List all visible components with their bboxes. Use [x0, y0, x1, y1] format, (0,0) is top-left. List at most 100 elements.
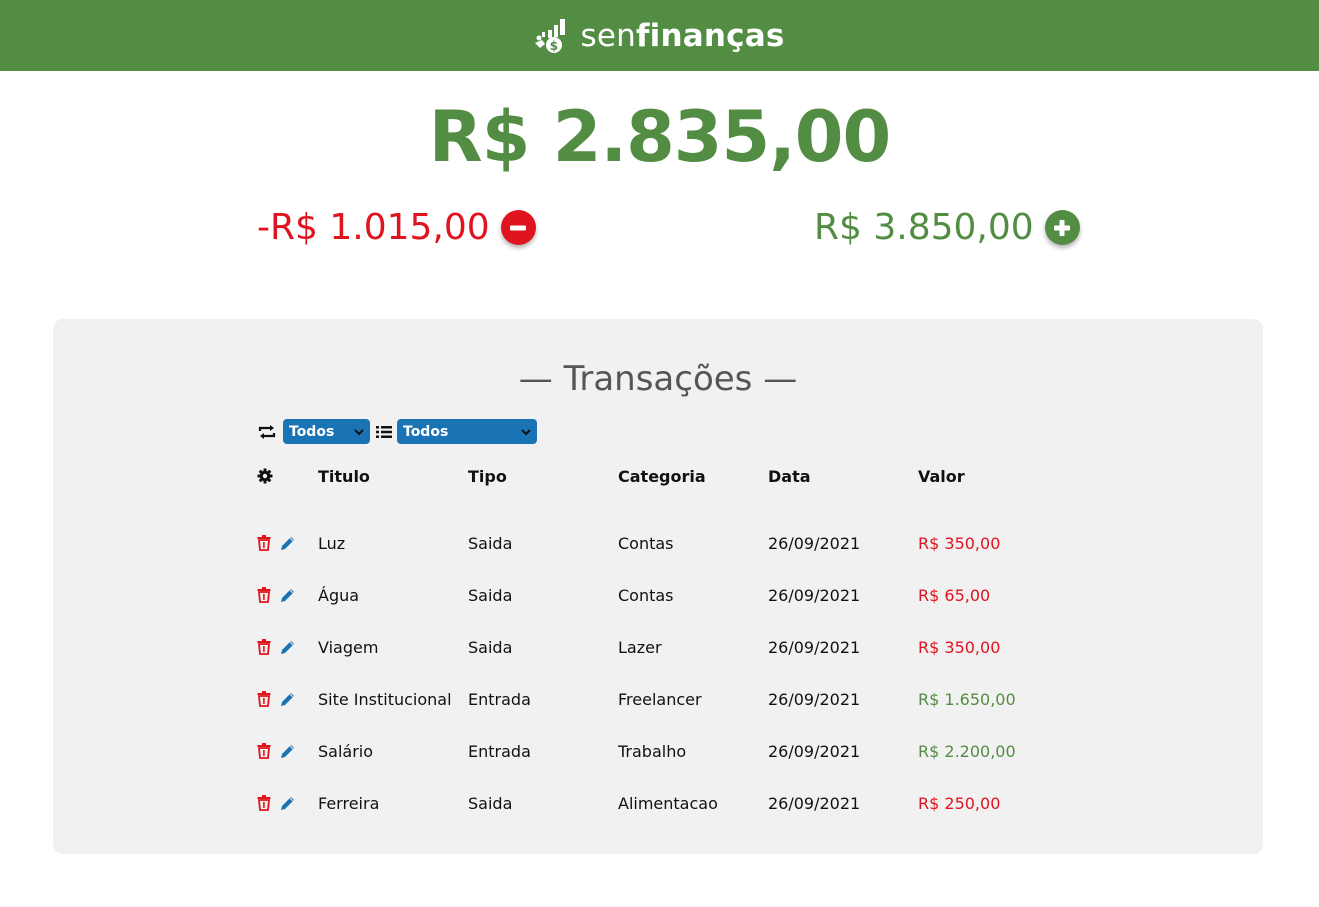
row-category: Contas [618, 585, 674, 605]
row-value: R$ 350,00 [918, 637, 1001, 657]
edit-button[interactable] [280, 639, 296, 655]
pencil-icon [281, 693, 294, 706]
row-date: 26/09/2021 [768, 637, 861, 657]
row-actions [257, 691, 318, 707]
row-title: Água [318, 585, 360, 605]
app-header: $ sen finanças [0, 0, 1319, 71]
row-actions [257, 639, 318, 655]
row-date: 26/09/2021 [768, 533, 861, 553]
table-row: Salário Entrada Trabalho 26/09/2021 R$ 2… [257, 725, 1068, 777]
transactions-table: Titulo Tipo Categoria Data Valor Luz Sai… [257, 465, 1068, 829]
row-value: R$ 2.200,00 [918, 741, 1016, 761]
delete-button[interactable] [257, 743, 271, 759]
row-date: 26/09/2021 [768, 741, 861, 761]
row-title: Viagem [318, 637, 379, 657]
app-logo[interactable]: $ sen finanças [534, 18, 784, 54]
type-filter-select[interactable]: Todos [283, 419, 370, 444]
row-type: Saida [468, 793, 513, 813]
pencil-icon [281, 589, 294, 602]
delete-button[interactable] [257, 795, 271, 811]
income-summary: R$ 3.850,00 [814, 207, 1080, 248]
row-category: Freelancer [618, 689, 702, 709]
table-row: Luz Saida Contas 26/09/2021 R$ 350,00 [257, 517, 1068, 569]
row-type: Entrada [468, 689, 531, 709]
edit-button[interactable] [280, 795, 296, 811]
income-total: R$ 3.850,00 [814, 207, 1034, 248]
plus-icon [1054, 219, 1071, 236]
row-actions [257, 587, 318, 603]
pencil-icon [281, 797, 294, 810]
table-row: Viagem Saida Lazer 26/09/2021 R$ 350,00 [257, 621, 1068, 673]
pencil-icon [281, 745, 294, 758]
list-icon [376, 425, 392, 438]
category-filter-value: Todos [403, 423, 449, 440]
pencil-icon [281, 537, 294, 550]
trash-icon [257, 743, 271, 759]
delete-button[interactable] [257, 639, 271, 655]
column-header-category[interactable]: Categoria [618, 467, 768, 486]
repeat-icon [258, 424, 276, 439]
row-category: Alimentacao [618, 793, 718, 813]
edit-button[interactable] [280, 587, 296, 603]
column-header-type[interactable]: Tipo [468, 467, 618, 486]
row-type: Saida [468, 637, 513, 657]
expenses-summary: -R$ 1.015,00 [257, 207, 536, 248]
transactions-panel: — Transações — Todos Todos Titulo Tipo C… [53, 319, 1263, 854]
filters-bar: Todos Todos [257, 419, 537, 444]
row-type: Saida [468, 533, 513, 553]
row-value: R$ 65,00 [918, 585, 991, 605]
row-value: R$ 250,00 [918, 793, 1001, 813]
row-value: R$ 350,00 [918, 533, 1001, 553]
row-title: Ferreira [318, 793, 380, 813]
add-income-button[interactable] [1044, 210, 1080, 245]
table-row: Água Saida Contas 26/09/2021 R$ 65,00 [257, 569, 1068, 621]
row-value: R$ 1.650,00 [918, 689, 1016, 709]
edit-button[interactable] [280, 743, 296, 759]
row-date: 26/09/2021 [768, 793, 861, 813]
delete-button[interactable] [257, 587, 271, 603]
row-type: Entrada [468, 741, 531, 761]
money-growth-icon: $ [535, 18, 566, 53]
trash-icon [257, 795, 271, 811]
trash-icon [257, 587, 271, 603]
gear-icon [257, 468, 273, 484]
table-row: Site Institucional Entrada Freelancer 26… [257, 673, 1068, 725]
minus-icon [510, 225, 527, 230]
row-title: Site Institucional [318, 689, 452, 709]
row-title: Luz [318, 533, 346, 553]
logo-text-light: sen [580, 17, 636, 54]
trash-icon [257, 639, 271, 655]
row-type: Saida [468, 585, 513, 605]
edit-button[interactable] [280, 535, 296, 551]
transactions-title: — Transações — [518, 359, 798, 399]
delete-button[interactable] [257, 535, 271, 551]
row-actions [257, 743, 318, 759]
expenses-total: -R$ 1.015,00 [257, 207, 490, 248]
svg-text:$: $ [550, 39, 559, 53]
type-filter-value: Todos [289, 423, 335, 440]
column-header-value[interactable]: Valor [918, 467, 1068, 486]
trash-icon [257, 691, 271, 707]
logo-text-bold: finanças [635, 17, 785, 54]
row-date: 26/09/2021 [768, 585, 861, 605]
total-balance: R$ 2.835,00 [428, 96, 891, 178]
trash-icon [257, 535, 271, 551]
edit-button[interactable] [280, 691, 296, 707]
table-row: Ferreira Saida Alimentacao 26/09/2021 R$… [257, 777, 1068, 829]
row-category: Contas [618, 533, 674, 553]
category-filter-select[interactable]: Todos [397, 419, 537, 444]
delete-button[interactable] [257, 691, 271, 707]
row-date: 26/09/2021 [768, 689, 861, 709]
add-expense-button[interactable] [500, 210, 536, 245]
actions-column-header [257, 468, 318, 484]
row-category: Lazer [618, 637, 662, 657]
column-header-date[interactable]: Data [768, 467, 918, 486]
column-header-title[interactable]: Titulo [318, 467, 468, 486]
chevron-down-icon [354, 428, 364, 435]
row-category: Trabalho [618, 741, 687, 761]
table-header-row: Titulo Tipo Categoria Data Valor [257, 465, 1068, 487]
chevron-down-icon [521, 428, 531, 435]
row-title: Salário [318, 741, 374, 761]
row-actions [257, 795, 318, 811]
pencil-icon [281, 641, 294, 654]
